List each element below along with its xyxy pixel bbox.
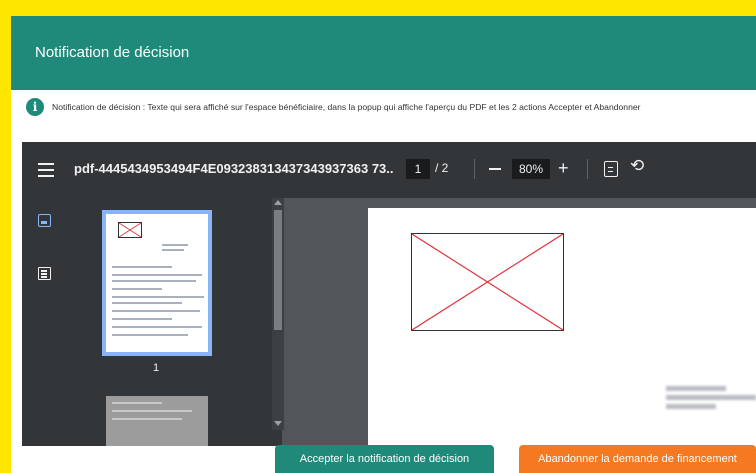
page-thumbnail[interactable] <box>106 396 208 446</box>
thumbnail-text-line <box>112 310 200 312</box>
info-icon: i <box>26 98 44 116</box>
thumbnail-text-line <box>112 410 192 412</box>
pdf-viewer: pdf-4445434953494F4E09323831343734393736… <box>22 142 756 446</box>
page-count: / 2 <box>435 161 449 175</box>
thumbnail-text-line <box>112 318 172 320</box>
toolbar-divider <box>474 159 475 179</box>
pdf-toolbar: pdf-4445434953494F4E09323831343734393736… <box>22 142 756 198</box>
thumbnail-page-number: 1 <box>153 362 160 374</box>
dialog-header: Notification de décision <box>11 16 756 90</box>
document-title: pdf-4445434953494F4E09323831343734393736… <box>74 161 394 176</box>
current-page-input[interactable]: 1 <box>406 159 430 179</box>
thumbnail-panel: 1 <box>70 198 282 446</box>
image-icon[interactable] <box>38 214 51 227</box>
image-placeholder-icon <box>411 233 564 331</box>
thumbnail-text-line <box>112 274 202 276</box>
info-message: i Notification de décision : Texte qui s… <box>26 96 756 118</box>
toolbar-divider <box>587 159 588 179</box>
scroll-thumb[interactable] <box>274 210 282 330</box>
minus-icon[interactable] <box>489 168 501 170</box>
thumbnail-text-line <box>112 402 162 404</box>
thumbnail-scrollbar[interactable] <box>272 198 284 430</box>
image-placeholder-icon <box>118 222 142 238</box>
scroll-up-icon[interactable] <box>274 200 282 205</box>
thumbnail-text-line <box>112 296 204 298</box>
abandon-button[interactable]: Abandonner la demande de financement <box>519 445 756 473</box>
thumbnail-text-line <box>162 249 184 251</box>
rotate-icon[interactable]: ⟲ <box>630 156 644 176</box>
thumbnail-text-line <box>162 244 188 246</box>
decision-dialog: Notification de décision i Notification … <box>11 16 756 473</box>
pdf-sidebar-tabs <box>22 198 70 446</box>
thumbnail-text-line <box>112 280 196 282</box>
page-thumbnail[interactable] <box>102 210 212 356</box>
thumbnail-text-line <box>112 334 188 336</box>
thumbnail-text-line <box>112 302 182 304</box>
thumbnail-text-line <box>112 418 182 420</box>
accept-button[interactable]: Accepter la notification de décision <box>275 445 494 473</box>
scroll-down-icon[interactable] <box>274 421 282 426</box>
zoom-level-input[interactable]: 80% <box>512 159 550 179</box>
thumbnail-text-line <box>112 266 172 268</box>
fit-page-icon[interactable] <box>604 161 618 177</box>
pdf-page-area <box>284 198 756 446</box>
thumbnail-text-line <box>112 326 202 328</box>
plus-icon[interactable]: + <box>558 158 569 179</box>
info-text: Notification de décision : Texte qui ser… <box>52 102 641 112</box>
blurred-address <box>666 386 756 420</box>
dialog-title: Notification de décision <box>35 44 190 61</box>
hamburger-icon[interactable] <box>38 163 54 177</box>
pdf-page <box>368 208 756 446</box>
list-icon[interactable] <box>38 267 51 280</box>
thumbnail-text-line <box>112 288 162 290</box>
